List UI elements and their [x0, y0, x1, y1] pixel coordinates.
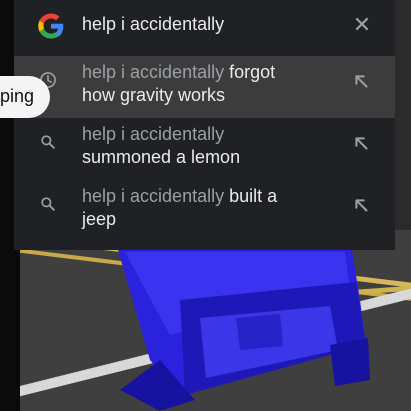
suggestion-item-3[interactable]: help i accidentally built a jeep	[14, 180, 395, 242]
arrow-up-left-icon[interactable]	[350, 194, 372, 216]
search-icon	[41, 197, 55, 211]
search-bar[interactable]: help i accidentally ✕	[14, 0, 395, 52]
arrow-up-left-icon[interactable]	[350, 70, 372, 92]
suggestion-completion-line2: how gravity works	[82, 85, 226, 105]
suggestion-completion: built a	[224, 186, 278, 206]
suggestion-completion: forgot	[224, 62, 276, 82]
side-tab-label: ping	[0, 86, 35, 106]
suggestion-text: help i accidentally built a jeep	[82, 185, 332, 231]
suggestion-prefix: help i accidentally	[82, 62, 225, 82]
suggestion-prefix: help i accidentally	[82, 124, 225, 144]
side-tab[interactable]: ping	[0, 76, 50, 118]
suggestion-completion-line2: summoned a lemon	[82, 147, 241, 167]
arrow-up-left-icon[interactable]	[350, 132, 372, 154]
suggestion-prefix: help i accidentally	[82, 186, 225, 206]
suggestion-completion-line2: jeep	[82, 209, 117, 229]
search-icon	[41, 135, 55, 149]
suggestion-text: help i accidentally forgot how gravity w…	[82, 61, 332, 107]
suggestion-item-2[interactable]: help i accidentally summoned a lemon	[14, 118, 395, 180]
google-g-icon	[38, 13, 64, 39]
suggestion-item-1[interactable]: help i accidentally forgot how gravity w…	[14, 56, 395, 118]
search-query-text[interactable]: help i accidentally	[82, 14, 224, 35]
close-icon[interactable]: ✕	[350, 13, 374, 37]
suggestion-text: help i accidentally summoned a lemon	[82, 123, 332, 169]
search-suggestions-panel: help i accidentally ✕ help i accidentall…	[14, 0, 395, 250]
